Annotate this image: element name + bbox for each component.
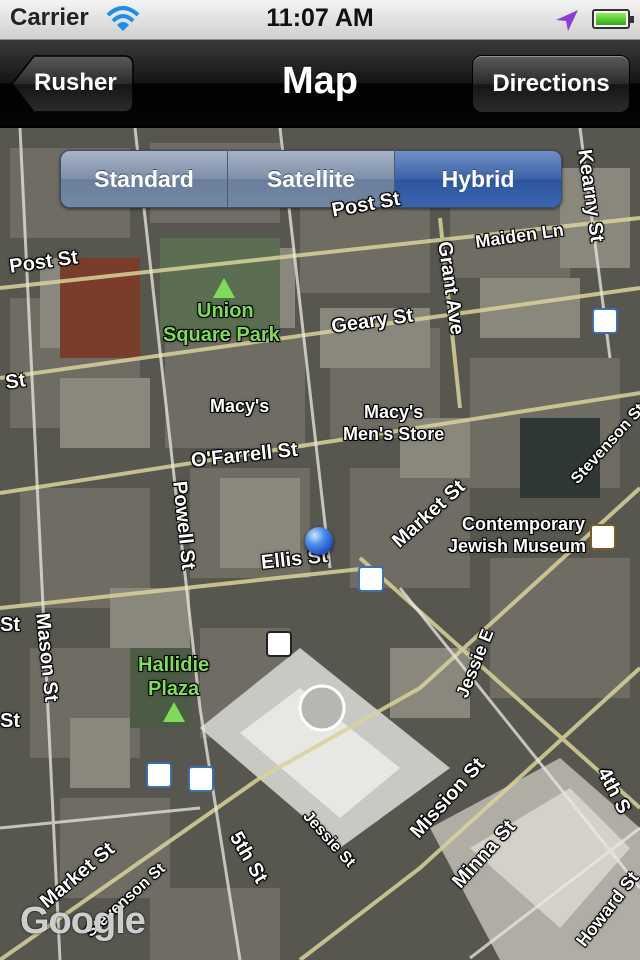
label-contemporary-1: Contemporary: [462, 514, 586, 534]
google-attribution: Google: [20, 900, 146, 942]
label-st-left: St: [4, 369, 27, 394]
label-union-square-1: Union: [197, 300, 254, 322]
label-macys: Macy's: [210, 396, 270, 416]
map-view[interactable]: Standard Satellite Hybrid Post St Post S…: [0, 128, 640, 960]
navigation-bar: Rusher Map Directions: [0, 40, 640, 128]
battery-icon: [592, 9, 634, 29]
clock: 11:07 AM: [266, 4, 374, 32]
transit-icon-4[interactable]: [188, 766, 214, 792]
transit-icon-3[interactable]: [146, 762, 172, 788]
status-bar: Carrier 11:07 AM: [0, 0, 640, 40]
transit-icon-2[interactable]: [358, 566, 384, 592]
label-union-square-2: Square Park: [163, 324, 280, 346]
label-st-left-2: St: [0, 614, 20, 636]
bart-icon[interactable]: [266, 631, 292, 657]
label-hallidie-1: Hallidie: [138, 654, 210, 676]
park-icon-2: [163, 702, 185, 722]
park-icon: [213, 278, 235, 298]
segment-hybrid[interactable]: Hybrid: [395, 151, 561, 207]
current-location-pin[interactable]: [305, 527, 333, 555]
label-hallidie-2: Plaza: [148, 678, 200, 700]
label-macys-mens-2: Men's Store: [343, 424, 445, 444]
location-arrow-icon: [556, 10, 578, 31]
directions-button[interactable]: Directions: [472, 55, 630, 113]
label-macys-mens-1: Macy's: [364, 402, 424, 422]
map-type-segmented-control[interactable]: Standard Satellite Hybrid: [60, 150, 562, 208]
label-st-left-3: St: [0, 710, 20, 732]
label-contemporary-2: Jewish Museum: [448, 536, 587, 556]
transit-icon[interactable]: [592, 308, 618, 334]
museum-icon[interactable]: [590, 524, 616, 550]
segment-standard[interactable]: Standard: [61, 151, 228, 207]
